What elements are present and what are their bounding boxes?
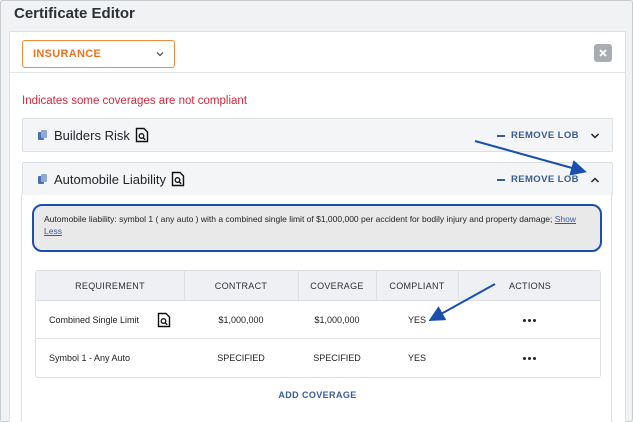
close-icon [599, 49, 607, 57]
table-row: Combined Single Limit $1,000,000 $1,000,… [36, 301, 600, 339]
requirement-cell: Symbol 1 - Any Auto [49, 353, 131, 363]
compliance-warning: Indicates some coverages are not complia… [22, 95, 248, 107]
column-header: REQUIREMENT [75, 281, 145, 291]
lob-builders-risk[interactable]: Builders Risk REMOVE LOB [22, 118, 613, 152]
remove-lob-label: REMOVE LOB [511, 130, 579, 141]
close-button[interactable] [594, 44, 612, 62]
search-document-icon[interactable] [157, 312, 171, 328]
copy-doc-icon [38, 174, 47, 184]
certificate-type-select[interactable]: INSURANCE [22, 40, 175, 68]
lob-name: Builders Risk [54, 128, 130, 143]
add-coverage-button[interactable]: ADD COVERAGE [22, 390, 613, 400]
remove-lob-label: REMOVE LOB [511, 174, 579, 185]
column-header: COVERAGE [310, 281, 364, 291]
remove-lob-button[interactable]: REMOVE LOB [497, 130, 579, 141]
more-actions-icon[interactable] [498, 301, 560, 339]
minus-icon [497, 178, 505, 181]
more-actions-icon[interactable] [498, 339, 560, 377]
minus-icon [497, 134, 505, 137]
lob-description-text: Automobile liability: symbol 1 ( any aut… [44, 214, 553, 224]
column-header: ACTIONS [508, 281, 552, 291]
remove-lob-button[interactable]: REMOVE LOB [497, 174, 579, 185]
lob-description: Automobile liability: symbol 1 ( any aut… [32, 204, 602, 252]
search-document-icon[interactable] [135, 127, 149, 143]
app-window: Certificate Editor INSURANCE Indicates s… [0, 0, 633, 422]
certificate-type-value: INSURANCE [33, 48, 102, 60]
chevron-down-icon[interactable] [589, 130, 601, 142]
coverage-table: REQUIREMENT CONTRACT COVERAGE COMPLIANT … [35, 270, 601, 378]
column-header: CONTRACT [214, 281, 268, 291]
contract-cell: SPECIFIED [217, 353, 265, 363]
window-title: Certificate Editor [14, 5, 135, 22]
lob-automobile-liability[interactable]: Automobile Liability REMOVE LOB [22, 162, 613, 196]
compliant-cell: YES [407, 315, 426, 325]
contract-cell: $1,000,000 [218, 315, 264, 325]
chevron-up-icon[interactable] [589, 174, 601, 186]
compliant-cell: YES [407, 353, 426, 363]
copy-doc-icon [38, 130, 47, 140]
automobile-liability-details: Automobile liability: symbol 1 ( any aut… [21, 195, 612, 422]
table-header: REQUIREMENT CONTRACT COVERAGE COMPLIANT … [36, 271, 600, 301]
column-header: COMPLIANT [389, 281, 445, 291]
requirement-cell: Combined Single Limit [49, 315, 140, 325]
coverage-cell: $1,000,000 [314, 315, 360, 325]
search-document-icon[interactable] [171, 171, 185, 187]
chevron-down-icon [156, 52, 164, 57]
lob-name: Automobile Liability [54, 172, 167, 187]
table-row: Symbol 1 - Any Auto SPECIFIED SPECIFIED … [36, 339, 600, 377]
coverage-cell: SPECIFIED [313, 353, 361, 363]
panel-toolbar: INSURANCE [10, 32, 625, 73]
